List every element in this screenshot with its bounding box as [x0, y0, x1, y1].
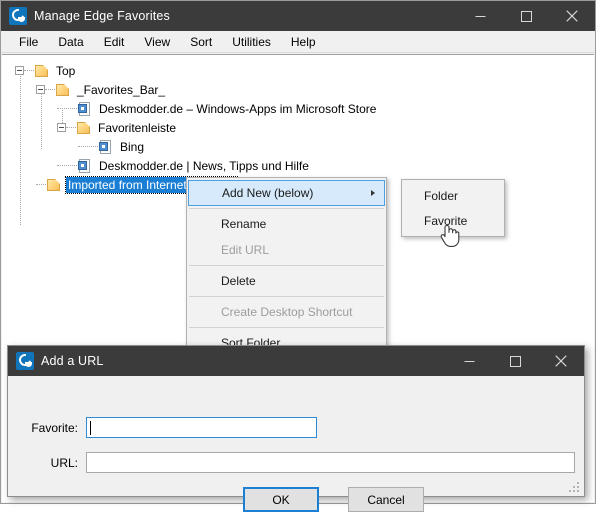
favorite-field-label: Favorite: — [31, 420, 78, 435]
tree-item-deskmodder-store[interactable]: Deskmodder.de – Windows-Apps im Microsof… — [2, 99, 594, 118]
favorite-input[interactable] — [86, 417, 317, 438]
tree-item-top[interactable]: Top — [2, 61, 594, 80]
expander-icon[interactable] — [36, 85, 45, 94]
close-icon[interactable] — [549, 1, 595, 31]
tree-item-bing[interactable]: Bing — [2, 137, 594, 156]
window-controls — [457, 1, 595, 31]
dialog-window-controls — [446, 346, 584, 376]
add-url-dialog: Add a URL Favorite: URL: OK Cancel — [7, 345, 585, 512]
context-menu-item-add-new[interactable]: Add New (below) — [188, 180, 385, 206]
context-menu-item-label: Create Desktop Shortcut — [221, 305, 353, 319]
submenu-item-label: Folder — [424, 188, 459, 203]
menu-separator — [189, 208, 384, 209]
tree-item-favorites-bar[interactable]: _Favorites_Bar_ — [2, 80, 594, 99]
tree-item-label: Deskmodder.de – Windows-Apps im Microsof… — [99, 101, 377, 116]
edge-logo-icon — [9, 7, 27, 25]
context-menu-item-delete[interactable]: Delete — [187, 268, 386, 294]
main-title-bar: Manage Edge Favorites — [1, 1, 595, 31]
menu-separator — [189, 265, 384, 266]
minimize-icon[interactable] — [457, 1, 503, 31]
add-new-submenu: Folder Favorite — [401, 179, 505, 237]
cancel-button[interactable]: Cancel — [348, 487, 424, 512]
tree-item-label: Bing — [120, 139, 145, 154]
maximize-icon[interactable] — [503, 1, 549, 31]
shortcut-icon — [77, 158, 93, 173]
tree-connector — [57, 107, 77, 110]
folder-icon — [34, 64, 50, 78]
context-menu: Add New (below) Rename Edit URL Delete C… — [186, 177, 387, 359]
ok-button[interactable]: OK — [243, 487, 319, 512]
resize-grip[interactable] — [569, 482, 581, 494]
shortcut-icon — [77, 101, 93, 116]
ok-button-label: OK — [272, 492, 290, 507]
context-menu-item-rename[interactable]: Rename — [187, 211, 386, 237]
menu-edit[interactable]: Edit — [94, 32, 135, 52]
menu-separator — [189, 327, 384, 328]
folder-icon — [76, 121, 92, 135]
close-icon[interactable] — [538, 346, 584, 376]
submenu-item-label: Favorite — [424, 213, 468, 228]
url-field-label: URL: — [50, 455, 78, 470]
context-menu-item-label: Delete — [221, 274, 256, 288]
tree-item-label: Top — [56, 63, 76, 78]
dialog-title: Add a URL — [41, 354, 104, 368]
menu-view[interactable]: View — [134, 32, 180, 52]
tree-connector — [78, 145, 98, 148]
context-menu-item-label: Rename — [221, 217, 267, 231]
window-title: Manage Edge Favorites — [34, 9, 170, 23]
folder-icon — [46, 178, 62, 192]
url-input[interactable] — [86, 452, 575, 473]
tree-item-favoritenleiste[interactable]: Favoritenleiste — [2, 118, 594, 137]
menu-separator — [189, 296, 384, 297]
submenu-item-favorite[interactable]: Favorite — [402, 208, 504, 233]
expander-icon[interactable] — [57, 123, 66, 132]
favorites-tree: Top _Favorites_Bar_ Deskmodder.de – Wind… — [2, 55, 594, 225]
menu-sort[interactable]: Sort — [180, 32, 222, 52]
tree-item-label: Favoritenleiste — [98, 120, 177, 135]
dialog-title-bar: Add a URL — [8, 346, 584, 376]
shortcut-icon — [98, 139, 114, 154]
edge-logo-icon — [16, 352, 34, 370]
maximize-icon[interactable] — [492, 346, 538, 376]
menu-data[interactable]: Data — [48, 32, 93, 52]
chevron-right-icon — [371, 190, 375, 196]
tree-connector — [24, 69, 34, 72]
url-field-row: URL: — [24, 452, 575, 473]
tree-connector — [66, 126, 76, 129]
context-menu-item-create-desktop-shortcut: Create Desktop Shortcut — [187, 299, 386, 325]
tree-connector — [45, 88, 55, 91]
context-menu-item-edit-url: Edit URL — [187, 237, 386, 263]
minimize-icon[interactable] — [446, 346, 492, 376]
tree-connector — [36, 183, 46, 186]
dialog-body: Favorite: URL: OK Cancel — [8, 376, 584, 512]
text-caret — [90, 421, 91, 435]
expander-icon[interactable] — [15, 66, 24, 75]
menu-utilities[interactable]: Utilities — [222, 32, 281, 52]
context-menu-item-label: Edit URL — [221, 243, 270, 257]
submenu-item-folder[interactable]: Folder — [402, 183, 504, 208]
tree-item-label: _Favorites_Bar_ — [77, 82, 166, 97]
main-window: Manage Edge Favorites File Data Edit Vie… — [0, 0, 596, 512]
cancel-button-label: Cancel — [367, 492, 405, 507]
tree-item-label: Deskmodder.de | News, Tipps und Hilfe — [99, 158, 309, 173]
tree-connector — [57, 164, 77, 167]
tree-item-deskmodder-news[interactable]: Deskmodder.de | News, Tipps und Hilfe — [2, 156, 594, 175]
menu-help[interactable]: Help — [281, 32, 326, 52]
folder-icon — [55, 83, 71, 97]
context-menu-item-label: Add New (below) — [222, 186, 314, 200]
menu-bar: File Data Edit View Sort Utilities Help — [1, 31, 595, 53]
favorite-field-row: Favorite: — [24, 417, 317, 438]
menu-file[interactable]: File — [9, 32, 48, 52]
